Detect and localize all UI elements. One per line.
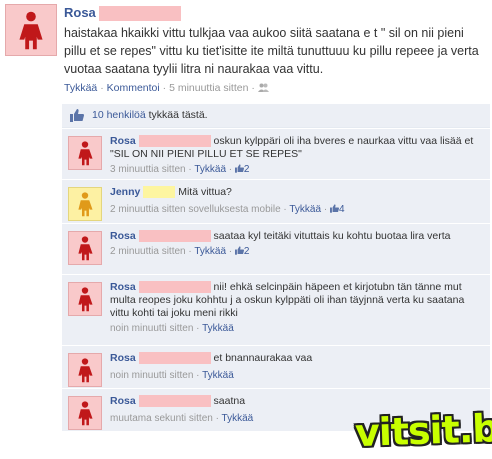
female-user-icon <box>78 358 93 383</box>
comment-like-link[interactable]: Tykkää <box>202 370 234 381</box>
comment-avatar[interactable] <box>68 231 102 265</box>
comment-body: Jenny Mitä vittua? 2 minuuttia sitten so… <box>110 186 480 216</box>
female-user-icon <box>78 141 93 166</box>
comment-author[interactable]: Rosa <box>110 352 136 364</box>
comment-timestamp[interactable]: 3 minuuttia sitten <box>110 164 186 175</box>
comment-like-link[interactable]: Tykkää <box>194 246 226 257</box>
comment-item: Rosa saataa kyl teitäki vituttais ku koh… <box>62 223 490 274</box>
comment-like-link[interactable]: Tykkää <box>289 204 321 215</box>
friends-icon <box>257 83 269 92</box>
comment-text: et bnannaurakaa vaa <box>213 352 313 364</box>
comment-author[interactable]: Jenny <box>110 186 140 198</box>
redacted-name <box>138 281 211 294</box>
redacted-name <box>143 186 176 199</box>
like-count-value: 2 <box>243 164 250 175</box>
female-user-icon <box>78 287 93 312</box>
comment-avatar[interactable] <box>68 282 102 316</box>
redacted-name <box>138 395 211 408</box>
comment-body: Rosa et bnannaurakaa vaa noin minuutti s… <box>110 352 480 382</box>
comment-meta: 2 minuuttia sitten sovelluksesta mobile … <box>110 204 345 215</box>
comment-item: Rosa nii! ehkä selcinpäin häpeen et kirj… <box>62 274 490 345</box>
comment-like-link[interactable]: Tykkää <box>202 323 234 334</box>
comment-timestamp[interactable]: 2 minuuttia sitten <box>110 246 186 257</box>
watermark-logo: vitsit.biz <box>354 404 492 456</box>
comment-body: Rosa nii! ehkä selcinpäin häpeen et kirj… <box>110 281 480 335</box>
comment-meta: noin minuutti sitten · Tykkää <box>110 323 234 334</box>
post-author-name[interactable]: Rosa <box>64 5 96 20</box>
thumbs-up-icon <box>234 246 244 255</box>
like-link[interactable]: Tykkää <box>64 82 97 94</box>
like-count-value: 2 <box>243 246 250 257</box>
comment-text: saataa kyl teitäki vituttais ku kohtu bu… <box>213 230 451 242</box>
facebook-post: Rosa haistakaa hkaikki vittu tulkjaa vaa… <box>0 0 492 459</box>
comment-avatar[interactable] <box>68 136 102 170</box>
comment-like-count[interactable]: 2 <box>234 164 250 175</box>
comment-item: Rosa oskun kylppäri oli iha bveres e nau… <box>62 128 490 179</box>
comment-item: Jenny Mitä vittua? 2 minuuttia sitten so… <box>62 179 490 223</box>
comment-like-count[interactable]: 2 <box>234 246 250 257</box>
comment-like-link[interactable]: Tykkää <box>194 164 226 175</box>
likes-count-link[interactable]: 10 henkilöä <box>92 109 146 121</box>
redacted-name <box>138 352 211 365</box>
comment-avatar[interactable] <box>68 396 102 430</box>
comment-meta: 3 minuuttia sitten · Tykkää · 2 <box>110 164 250 175</box>
comment-timestamp[interactable]: 2 minuuttia sitten sovelluksesta mobile <box>110 204 281 215</box>
comment-timestamp[interactable]: muutama sekunti sitten <box>110 413 213 424</box>
comment-like-count[interactable]: 4 <box>329 204 345 215</box>
post-text: haistakaa hkaikki vittu tulkjaa vaa auko… <box>64 26 479 76</box>
comment-timestamp[interactable]: noin minuutti sitten <box>110 323 193 334</box>
thumbs-up-icon <box>70 109 84 122</box>
post-timestamp[interactable]: 5 minuuttia sitten <box>169 82 248 94</box>
comment-meta: 2 minuuttia sitten · Tykkää · 2 <box>110 246 250 257</box>
comment-meta: noin minuutti sitten · Tykkää <box>110 370 234 381</box>
likes-summary: 10 henkilöä tykkää tästä. <box>62 104 490 128</box>
redacted-name <box>138 135 211 148</box>
comment-timestamp[interactable]: noin minuutti sitten <box>110 370 193 381</box>
likes-rest-text: tykkää tästä. <box>148 109 208 121</box>
comment-author[interactable]: Rosa <box>110 395 136 407</box>
like-count-value: 4 <box>338 204 345 215</box>
separator: · <box>100 82 104 94</box>
female-user-icon <box>78 401 93 426</box>
comment-text: saatna <box>213 395 246 407</box>
post-author-avatar[interactable] <box>5 4 57 56</box>
separator: · <box>162 82 167 94</box>
comment-item: Rosa et bnannaurakaa vaa noin minuutti s… <box>62 345 490 388</box>
comment-body: Rosa oskun kylppäri oli iha bveres e nau… <box>110 135 480 176</box>
comment-text: Mitä vittua? <box>178 186 232 198</box>
comment-like-link[interactable]: Tykkää <box>222 413 254 424</box>
comment-link[interactable]: Kommentoi <box>107 82 160 94</box>
female-user-icon <box>78 236 93 261</box>
redacted-name <box>99 6 182 22</box>
redacted-name <box>138 230 211 243</box>
female-user-icon <box>78 192 93 217</box>
post-header: Rosa <box>64 5 182 22</box>
comment-avatar[interactable] <box>68 187 102 221</box>
post-actions: Tykkää · Kommentoi · 5 minuuttia sitten … <box>64 82 269 94</box>
comment-avatar[interactable] <box>68 353 102 387</box>
female-user-icon <box>19 11 43 50</box>
comment-body: Rosa saataa kyl teitäki vituttais ku koh… <box>110 230 480 258</box>
thumbs-up-icon <box>329 204 339 213</box>
separator: · <box>251 82 255 94</box>
comment-author[interactable]: Rosa <box>110 230 136 242</box>
comment-author[interactable]: Rosa <box>110 135 136 147</box>
comment-author[interactable]: Rosa <box>110 281 136 293</box>
thumbs-up-icon <box>234 164 244 173</box>
